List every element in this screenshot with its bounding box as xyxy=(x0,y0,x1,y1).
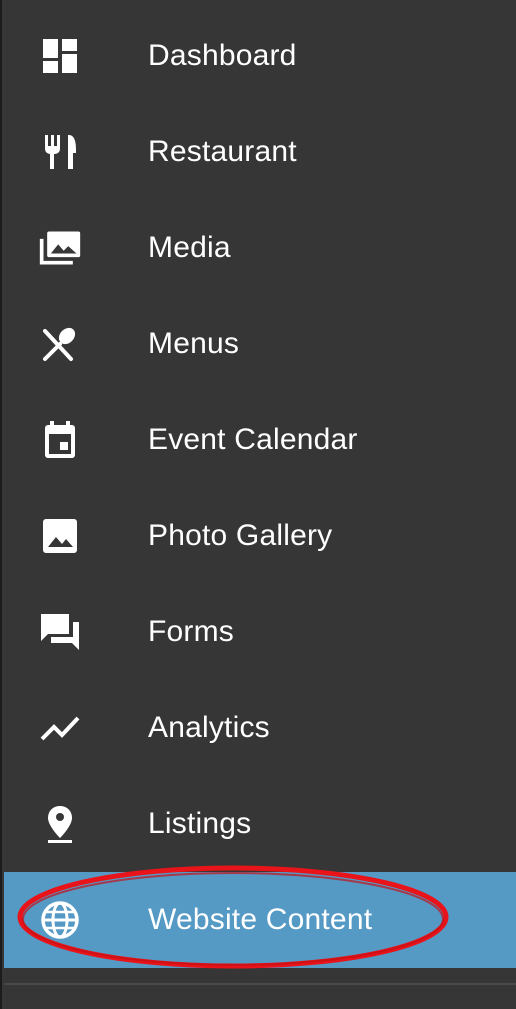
fork-knife-icon xyxy=(38,132,82,172)
calendar-event-icon xyxy=(38,420,82,460)
sidebar-item-menus[interactable]: Menus xyxy=(4,296,516,392)
sidebar-divider xyxy=(4,983,516,985)
sidebar-item-label: Photo Gallery xyxy=(148,519,333,552)
sidebar-item-label: Media xyxy=(148,231,231,264)
photo-library-icon xyxy=(38,228,82,268)
sidebar-item-label: Dashboard xyxy=(148,39,297,72)
sidebar-item-label: Restaurant xyxy=(148,135,297,168)
sidebar-item-label: Analytics xyxy=(148,711,270,744)
sidebar-item-forms[interactable]: Forms xyxy=(4,584,516,680)
sidebar-item-dashboard[interactable]: Dashboard xyxy=(4,8,516,104)
sidebar-item-website-content[interactable]: Website Content xyxy=(4,872,516,968)
sidebar-item-label: Forms xyxy=(148,615,234,648)
sidebar-item-restaurant[interactable]: Restaurant xyxy=(4,104,516,200)
sidebar-item-event-calendar[interactable]: Event Calendar xyxy=(4,392,516,488)
sidebar-item-listings[interactable]: Listings xyxy=(4,776,516,872)
forum-icon xyxy=(38,612,82,652)
fork-spoon-crossed-icon xyxy=(38,324,82,364)
dashboard-icon xyxy=(38,36,82,76)
sidebar-item-analytics[interactable]: Analytics xyxy=(4,680,516,776)
sidebar-item-label: Website Content xyxy=(148,903,373,936)
globe-icon xyxy=(38,900,82,940)
image-icon xyxy=(38,516,82,556)
trending-up-icon xyxy=(38,708,82,748)
sidebar-item-label: Listings xyxy=(148,807,252,840)
sidebar-nav: Dashboard Restaurant Media Menus Event C… xyxy=(0,0,516,1009)
location-pin-icon xyxy=(38,804,82,844)
sidebar-item-label: Event Calendar xyxy=(148,423,358,456)
sidebar-item-label: Menus xyxy=(148,327,240,360)
sidebar-item-photo-gallery[interactable]: Photo Gallery xyxy=(4,488,516,584)
sidebar-item-media[interactable]: Media xyxy=(4,200,516,296)
